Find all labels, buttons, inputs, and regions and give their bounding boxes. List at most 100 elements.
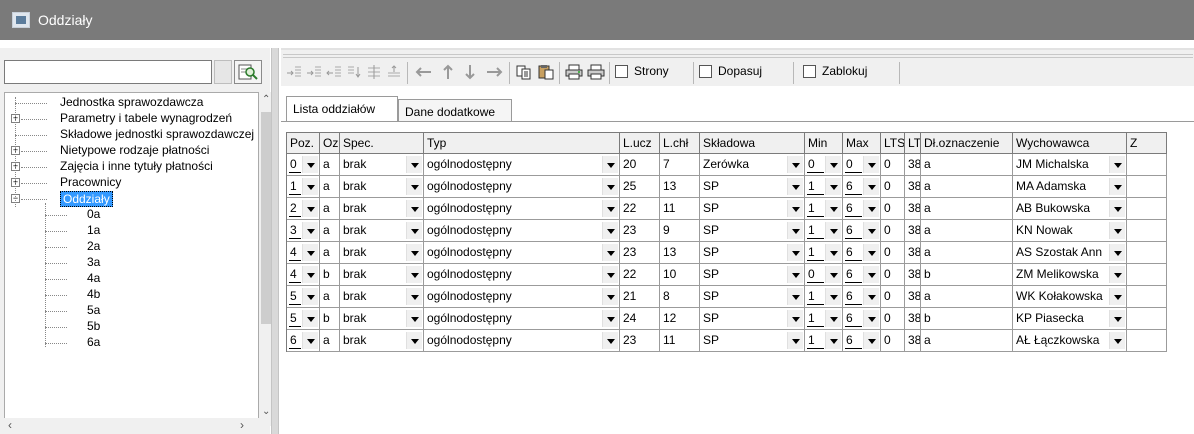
dropdown-cell[interactable]: 6	[843, 286, 881, 308]
grid-cell[interactable]	[1127, 154, 1167, 176]
tree-child-3a[interactable]: 3a	[5, 255, 205, 271]
tree-child-6a[interactable]: 6a	[5, 335, 205, 351]
scroll-up-icon[interactable]: ⌃	[262, 94, 270, 105]
dropdown-cell[interactable]: ogólnodostępny	[424, 154, 620, 176]
grid-cell[interactable]: a	[921, 198, 1013, 220]
grid-cell[interactable]: 38	[905, 176, 921, 198]
dropdown-cell[interactable]: ogólnodostępny	[424, 198, 620, 220]
grid-cell[interactable]: a	[921, 242, 1013, 264]
dropdown-cell[interactable]: 6	[843, 264, 881, 286]
column-header[interactable]: Składowa	[700, 133, 805, 154]
grid-cell[interactable]: a	[921, 154, 1013, 176]
dropdown-arrow-icon[interactable]	[787, 332, 803, 349]
dropdown-cell[interactable]: 1	[805, 220, 843, 242]
dropdown-arrow-icon[interactable]	[302, 288, 318, 305]
dropdown-cell[interactable]: 6	[843, 220, 881, 242]
clear-search-button[interactable]	[214, 60, 232, 84]
grid-cell[interactable]: a	[921, 330, 1013, 352]
dropdown-arrow-icon[interactable]	[863, 244, 879, 261]
dropdown-arrow-icon[interactable]	[1109, 266, 1125, 283]
dropdown-cell[interactable]: KP Piasecka	[1013, 308, 1127, 330]
dropdown-cell[interactable]: brak	[340, 220, 424, 242]
grid-cell[interactable]: 11	[660, 330, 700, 352]
checkbox-box[interactable]	[803, 64, 816, 78]
dropdown-cell[interactable]: ogólnodostępny	[424, 330, 620, 352]
dropdown-arrow-icon[interactable]	[602, 288, 618, 305]
grid-cell[interactable]: 22	[620, 264, 660, 286]
dropdown-cell[interactable]: brak	[340, 176, 424, 198]
dropdown-arrow-icon[interactable]	[825, 244, 841, 261]
dropdown-arrow-icon[interactable]	[863, 156, 879, 173]
dropdown-arrow-icon[interactable]	[787, 156, 803, 173]
dropdown-arrow-icon[interactable]	[406, 222, 422, 239]
tree-horizontal-scrollbar[interactable]: ‹ ›	[4, 418, 259, 434]
tree-item[interactable]: + Zajęcia i inne tytuły płatności	[5, 159, 258, 175]
grid-cell[interactable]: 0	[881, 330, 905, 352]
checkbox-box[interactable]	[699, 64, 712, 78]
grid-cell[interactable]: 38	[905, 242, 921, 264]
dropdown-cell[interactable]: ogólnodostępny	[424, 286, 620, 308]
tree-child-5b[interactable]: 5b	[5, 319, 205, 335]
dropdown-cell[interactable]: brak	[340, 264, 424, 286]
dropdown-arrow-icon[interactable]	[302, 310, 318, 327]
column-header[interactable]: Min	[805, 133, 843, 154]
grid-cell[interactable]: 12	[660, 308, 700, 330]
tree-item[interactable]: + Parametry i tabele wynagrodzeń	[5, 111, 258, 127]
dropdown-cell[interactable]: 1	[805, 286, 843, 308]
dropdown-cell[interactable]: KN Nowak	[1013, 220, 1127, 242]
dropdown-cell[interactable]: 6	[843, 308, 881, 330]
dropdown-cell[interactable]: 1	[287, 176, 320, 198]
dropdown-cell[interactable]: 1	[805, 176, 843, 198]
dropdown-cell[interactable]: 0	[805, 154, 843, 176]
dropdown-arrow-icon[interactable]	[825, 332, 841, 349]
grid-cell[interactable]: 0	[881, 308, 905, 330]
dropdown-arrow-icon[interactable]	[863, 222, 879, 239]
dropdown-cell[interactable]: ogólnodostępny	[424, 242, 620, 264]
dropdown-arrow-icon[interactable]	[406, 332, 422, 349]
dropdown-cell[interactable]: ogólnodostępny	[424, 220, 620, 242]
dropdown-cell[interactable]: 1	[805, 308, 843, 330]
grid-cell[interactable]: 0	[881, 286, 905, 308]
dropdown-cell[interactable]: 6	[843, 242, 881, 264]
arrow-right-icon[interactable]	[483, 64, 505, 80]
column-header[interactable]: Z	[1127, 133, 1167, 154]
arrow-up-icon[interactable]	[439, 64, 457, 80]
dropdown-cell[interactable]: 0	[805, 264, 843, 286]
grid-cell[interactable]: b	[320, 308, 340, 330]
dropdown-arrow-icon[interactable]	[1109, 200, 1125, 217]
grid-cell[interactable]: 7	[660, 154, 700, 176]
dropdown-arrow-icon[interactable]	[406, 244, 422, 261]
dropdown-arrow-icon[interactable]	[863, 200, 879, 217]
grid-cell[interactable]: a	[320, 242, 340, 264]
grid-cell[interactable]	[1127, 220, 1167, 242]
grid-cell[interactable]: 22	[620, 198, 660, 220]
column-header[interactable]: Spec.	[340, 133, 424, 154]
dropdown-cell[interactable]: ZM Melikowska	[1013, 264, 1127, 286]
table-row[interactable]: 2 a brak ogólnodostępny 22 11 SP 1 6 0 38 a AB Bukow…	[286, 198, 1167, 220]
dropdown-arrow-icon[interactable]	[1109, 156, 1125, 173]
insert-row-before-icon[interactable]	[285, 64, 303, 80]
grid-cell[interactable]: 38	[905, 198, 921, 220]
grid-cell[interactable]: 23	[620, 242, 660, 264]
dropdown-arrow-icon[interactable]	[863, 332, 879, 349]
grid-cell[interactable]: 38	[905, 330, 921, 352]
dropdown-cell[interactable]: ogólnodostępny	[424, 176, 620, 198]
insert-row-after-icon[interactable]	[305, 64, 323, 80]
dropdown-arrow-icon[interactable]	[302, 200, 318, 217]
dropdown-cell[interactable]: brak	[340, 154, 424, 176]
dropdown-cell[interactable]: MA Adamska	[1013, 176, 1127, 198]
grid-cell[interactable]: 13	[660, 242, 700, 264]
column-header[interactable]: Wychowawca	[1013, 133, 1127, 154]
dropdown-cell[interactable]: AS Szostak Ann	[1013, 242, 1127, 264]
grid-cell[interactable]: 0	[881, 154, 905, 176]
checkbox-box[interactable]	[615, 64, 628, 78]
tree-child-1a[interactable]: 1a	[5, 223, 205, 239]
dropdown-cell[interactable]: 6	[843, 330, 881, 352]
grid-cell[interactable]: 20	[620, 154, 660, 176]
dropdown-arrow-icon[interactable]	[863, 288, 879, 305]
scroll-down-icon[interactable]: ⌄	[262, 406, 270, 417]
dropdown-cell[interactable]: WK Kołakowska	[1013, 286, 1127, 308]
grid-cell[interactable]	[1127, 308, 1167, 330]
dropdown-cell[interactable]: SP	[700, 308, 805, 330]
dropdown-cell[interactable]: SP	[700, 176, 805, 198]
